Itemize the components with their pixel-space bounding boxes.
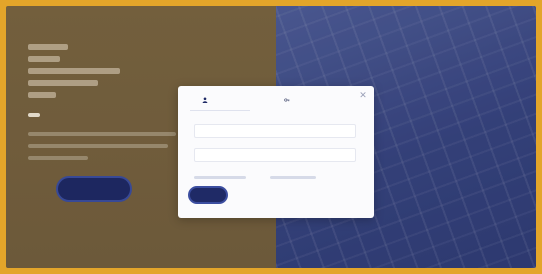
user-icon <box>202 97 208 103</box>
tab-user-login[interactable] <box>188 92 226 108</box>
username-input[interactable] <box>199 128 355 134</box>
active-tab-indicator <box>190 110 250 111</box>
login-button[interactable] <box>188 186 228 204</box>
password-field[interactable] <box>194 148 356 162</box>
forgot-password-link[interactable] <box>194 175 246 179</box>
login-dialog: ✕ <box>178 86 374 218</box>
username-field[interactable] <box>194 124 356 138</box>
register-link[interactable] <box>270 175 316 179</box>
dialog-links <box>194 172 356 182</box>
key-icon <box>284 98 290 102</box>
close-icon[interactable]: ✕ <box>358 90 368 100</box>
tab-key-login[interactable] <box>270 92 308 108</box>
password-input[interactable] <box>199 152 355 158</box>
login-tabs <box>188 92 354 108</box>
